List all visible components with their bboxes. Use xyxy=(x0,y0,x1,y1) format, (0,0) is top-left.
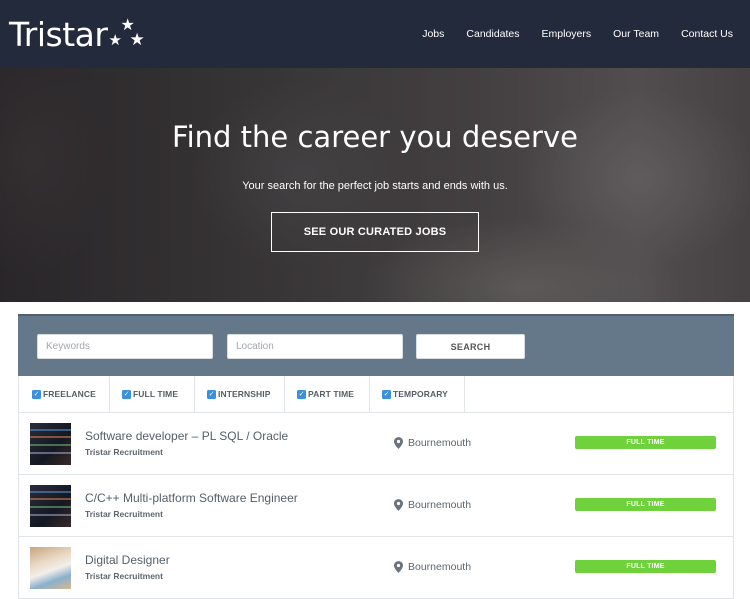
checkbox-checked-icon[interactable]: ✓ xyxy=(297,389,306,399)
job-thumbnail xyxy=(30,547,71,589)
job-thumbnail xyxy=(30,423,71,465)
filter-freelance[interactable]: ✓ FREELANCE xyxy=(19,376,110,412)
filter-label: PART TIME xyxy=(308,389,355,399)
nav-employers[interactable]: Employers xyxy=(542,28,592,40)
keywords-field[interactable] xyxy=(37,334,213,359)
job-title[interactable]: Software developer – PL SQL / Oracle xyxy=(85,429,288,443)
location-text: Bournemouth xyxy=(408,437,472,449)
job-company: Tristar Recruitment xyxy=(85,447,163,457)
filter-label: FULL TIME xyxy=(133,389,179,399)
job-company: Tristar Recruitment xyxy=(85,509,163,519)
hero-banner: Find the career you deserve Your search … xyxy=(0,68,750,302)
job-title[interactable]: C/C++ Multi-platform Software Engineer xyxy=(85,491,298,505)
logo-stars-icon: ★ ★ ★ xyxy=(108,17,145,49)
map-pin-icon xyxy=(394,499,403,511)
job-type-badge: FULL TIME xyxy=(575,560,716,573)
location-text: Bournemouth xyxy=(408,561,472,573)
filter-label: INTERNSHIP xyxy=(218,389,271,399)
filter-part-time[interactable]: ✓ PART TIME xyxy=(284,376,370,412)
map-pin-icon xyxy=(394,561,403,573)
filter-temporary[interactable]: ✓ TEMPORARY xyxy=(369,376,465,412)
job-search-panel: SEARCH xyxy=(18,314,734,376)
job-location: Bournemouth xyxy=(394,561,471,573)
job-location: Bournemouth xyxy=(394,437,471,449)
hero-title: Find the career you deserve xyxy=(172,120,578,154)
nav-our-team[interactable]: Our Team xyxy=(613,28,659,40)
checkbox-checked-icon[interactable]: ✓ xyxy=(382,389,391,399)
job-listing[interactable]: C/C++ Multi-platform Software Engineer T… xyxy=(18,475,734,537)
checkbox-checked-icon[interactable]: ✓ xyxy=(32,389,41,399)
map-pin-icon xyxy=(394,437,403,449)
nav-jobs[interactable]: Jobs xyxy=(422,28,444,40)
keywords-input[interactable] xyxy=(38,335,212,358)
site-header: Tristar ★ ★ ★ Jobs Candidates Employers Ou… xyxy=(0,0,750,68)
nav-contact-us[interactable]: Contact Us xyxy=(681,28,733,40)
hero-subtitle: Your search for the perfect job starts a… xyxy=(242,180,508,192)
filter-label: FREELANCE xyxy=(43,389,96,399)
job-location: Bournemouth xyxy=(394,499,471,511)
job-type-filters: ✓ FREELANCE ✓ FULL TIME ✓ INTERNSHIP ✓ P… xyxy=(18,376,734,413)
job-thumbnail xyxy=(30,485,71,527)
location-field[interactable] xyxy=(227,334,403,359)
filter-full-time[interactable]: ✓ FULL TIME xyxy=(109,376,195,412)
job-type-badge: FULL TIME xyxy=(575,436,716,449)
job-type-badge: FULL TIME xyxy=(575,498,716,511)
checkbox-checked-icon[interactable]: ✓ xyxy=(207,389,216,399)
logo-text: Tristar xyxy=(9,15,108,54)
job-listing[interactable]: Software developer – PL SQL / Oracle Tri… xyxy=(18,413,734,475)
main-nav: Jobs Candidates Employers Our Team Conta… xyxy=(400,28,733,40)
location-input[interactable] xyxy=(228,335,402,358)
checkbox-checked-icon[interactable]: ✓ xyxy=(122,389,131,399)
filter-label: TEMPORARY xyxy=(393,389,448,399)
job-listing[interactable]: Digital Designer Tristar Recruitment Bou… xyxy=(18,537,734,599)
job-title[interactable]: Digital Designer xyxy=(85,553,170,567)
search-button[interactable]: SEARCH xyxy=(416,334,525,359)
job-company: Tristar Recruitment xyxy=(85,571,163,581)
nav-candidates[interactable]: Candidates xyxy=(466,28,519,40)
location-text: Bournemouth xyxy=(408,499,472,511)
tristar-logo[interactable]: Tristar ★ ★ ★ xyxy=(9,17,146,53)
curated-jobs-button[interactable]: SEE OUR CURATED JOBS xyxy=(271,212,479,252)
filter-internship[interactable]: ✓ INTERNSHIP xyxy=(194,376,285,412)
